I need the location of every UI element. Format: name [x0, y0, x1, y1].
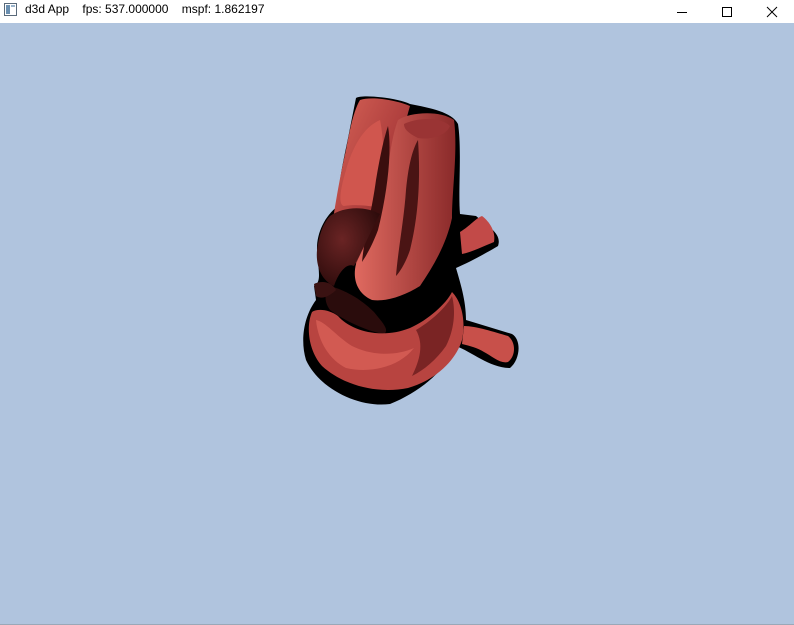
- close-button[interactable]: [749, 0, 794, 23]
- maximize-icon: [721, 6, 733, 18]
- close-icon: [766, 6, 778, 18]
- minimize-button[interactable]: [659, 0, 705, 23]
- app-window-icon: [4, 3, 17, 16]
- render-viewport[interactable]: [0, 23, 794, 624]
- window-title: d3d App fps: 537.000000 mspf: 1.862197: [25, 2, 265, 16]
- model-protrusions: [460, 216, 514, 363]
- skull-model: [303, 96, 519, 405]
- title-bar[interactable]: d3d App fps: 537.000000 mspf: 1.862197: [0, 0, 794, 23]
- minimize-icon: [676, 6, 688, 18]
- maximize-button[interactable]: [704, 0, 750, 23]
